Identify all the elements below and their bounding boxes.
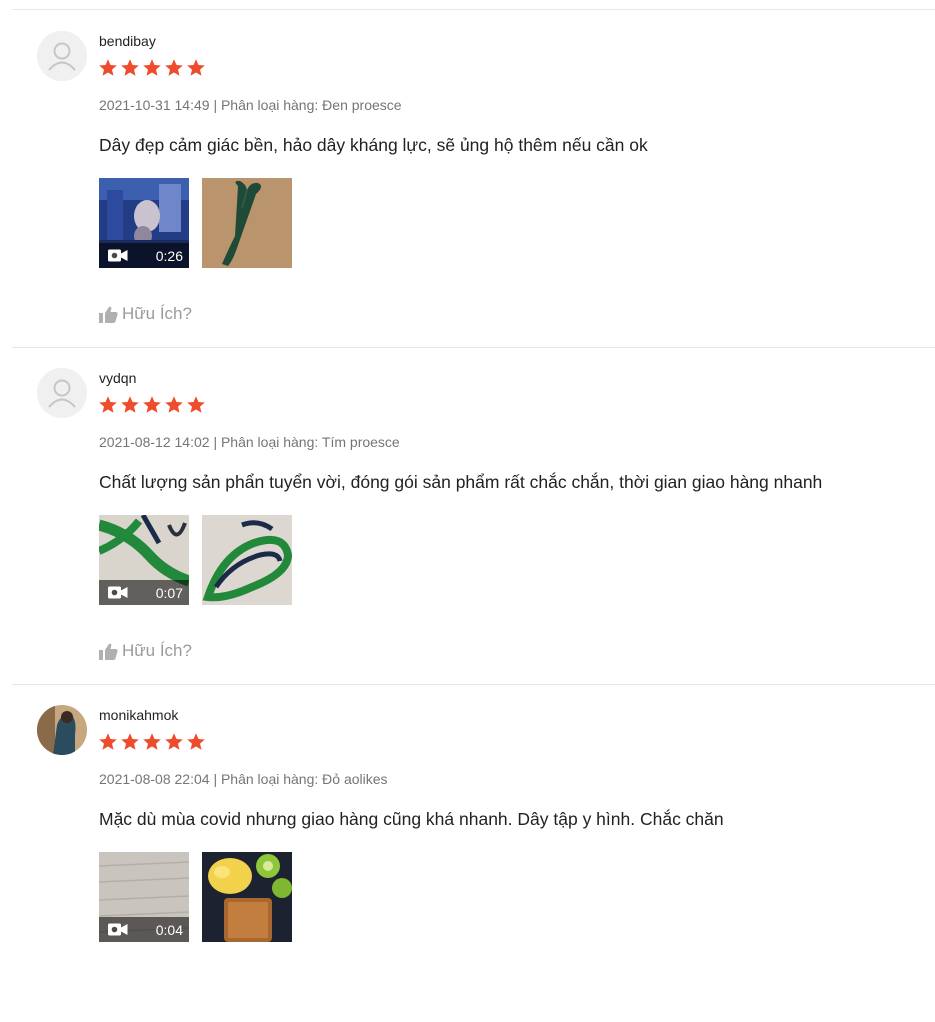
review-username[interactable]: bendibay [99,33,156,49]
star-icon [187,733,205,750]
review-comment: Chất lượng sản phẩn tuyển vời, đóng gói … [99,472,823,492]
review-meta: 2021-08-12 14:02 | Phân loại hàng: Tím p… [99,434,400,450]
video-duration: 0:26 [155,247,183,264]
video-duration: 0:04 [155,921,183,938]
video-duration: 0:07 [155,584,183,601]
star-icon [99,733,117,750]
variant-value: Tím proesce [321,434,400,450]
photo-thumbnail[interactable] [202,852,292,942]
review-meta: 2021-08-08 22:04 | Phân loại hàng: Đỏ ao… [99,771,388,787]
video-camera-icon [108,586,128,599]
star-icon [165,733,183,750]
meta-separator: | [213,771,218,787]
review-comment: Dây đẹp cảm giác bền, hảo dây kháng lực,… [99,135,648,155]
default-user-icon[interactable] [37,368,87,418]
star-icon [187,396,205,413]
star-rating [98,395,206,415]
star-rating [98,732,206,752]
helpful-label: Hữu Ích? [122,641,192,660]
variant-label: Phân loại hàng: [220,771,319,787]
variant-label: Phân loại hàng: [220,97,319,113]
review-username[interactable]: monikahmok [99,707,178,723]
star-icon [121,396,139,413]
review-comment: Mặc dù mùa covid nhưng giao hàng cũng kh… [99,809,724,829]
video-bar: 0:26 [99,243,189,268]
video-bar: 0:07 [99,580,189,605]
video-thumbnail[interactable]: 0:04 [99,852,189,942]
star-icon [165,59,183,76]
review-item: vydqn 2021-08-12 14:02 | Phân loại hàng:… [12,348,935,685]
default-user-icon[interactable] [37,31,87,81]
review-item: bendibay 2021-10-31 14:49 | Phân loại hà… [12,11,935,348]
variant-label: Phân loại hàng: [220,434,319,450]
thumbs-up-icon [99,306,118,323]
variant-value: Đen proesce [322,97,402,113]
review-username[interactable]: vydqn [99,370,136,386]
star-rating [98,58,206,78]
thumbs-up-icon [99,643,118,660]
photo-thumbnail[interactable] [202,515,292,605]
user-photo[interactable] [37,705,87,755]
star-icon [143,733,161,750]
review-media: 0:26 [99,178,292,268]
video-camera-icon [108,249,128,262]
review-media: 0:07 [99,515,292,605]
review-datetime: 2021-10-31 14:49 [99,97,210,113]
review-meta: 2021-10-31 14:49 | Phân loại hàng: Đen p… [99,97,402,113]
helpful-label: Hữu Ích? [122,304,192,323]
star-icon [143,396,161,413]
star-icon [187,59,205,76]
helpful-button[interactable]: Hữu Ích? [99,304,192,324]
divider [12,9,935,10]
meta-separator: | [213,434,218,450]
meta-separator: | [213,97,218,113]
helpful-button[interactable]: Hữu Ích? [99,641,192,661]
star-icon [99,59,117,76]
review-item: monikahmok 2021-08-08 22:04 | Phân loại … [12,685,935,1022]
star-icon [165,396,183,413]
star-icon [121,59,139,76]
variant-value: Đỏ aolikes [322,771,388,787]
video-thumbnail[interactable]: 0:07 [99,515,189,605]
video-bar: 0:04 [99,917,189,942]
photo-thumbnail[interactable] [202,178,292,268]
review-datetime: 2021-08-08 22:04 [99,771,210,787]
review-datetime: 2021-08-12 14:02 [99,434,210,450]
star-icon [99,396,117,413]
video-thumbnail[interactable]: 0:26 [99,178,189,268]
review-media: 0:04 [99,852,292,942]
video-camera-icon [108,923,128,936]
star-icon [143,59,161,76]
star-icon [121,733,139,750]
